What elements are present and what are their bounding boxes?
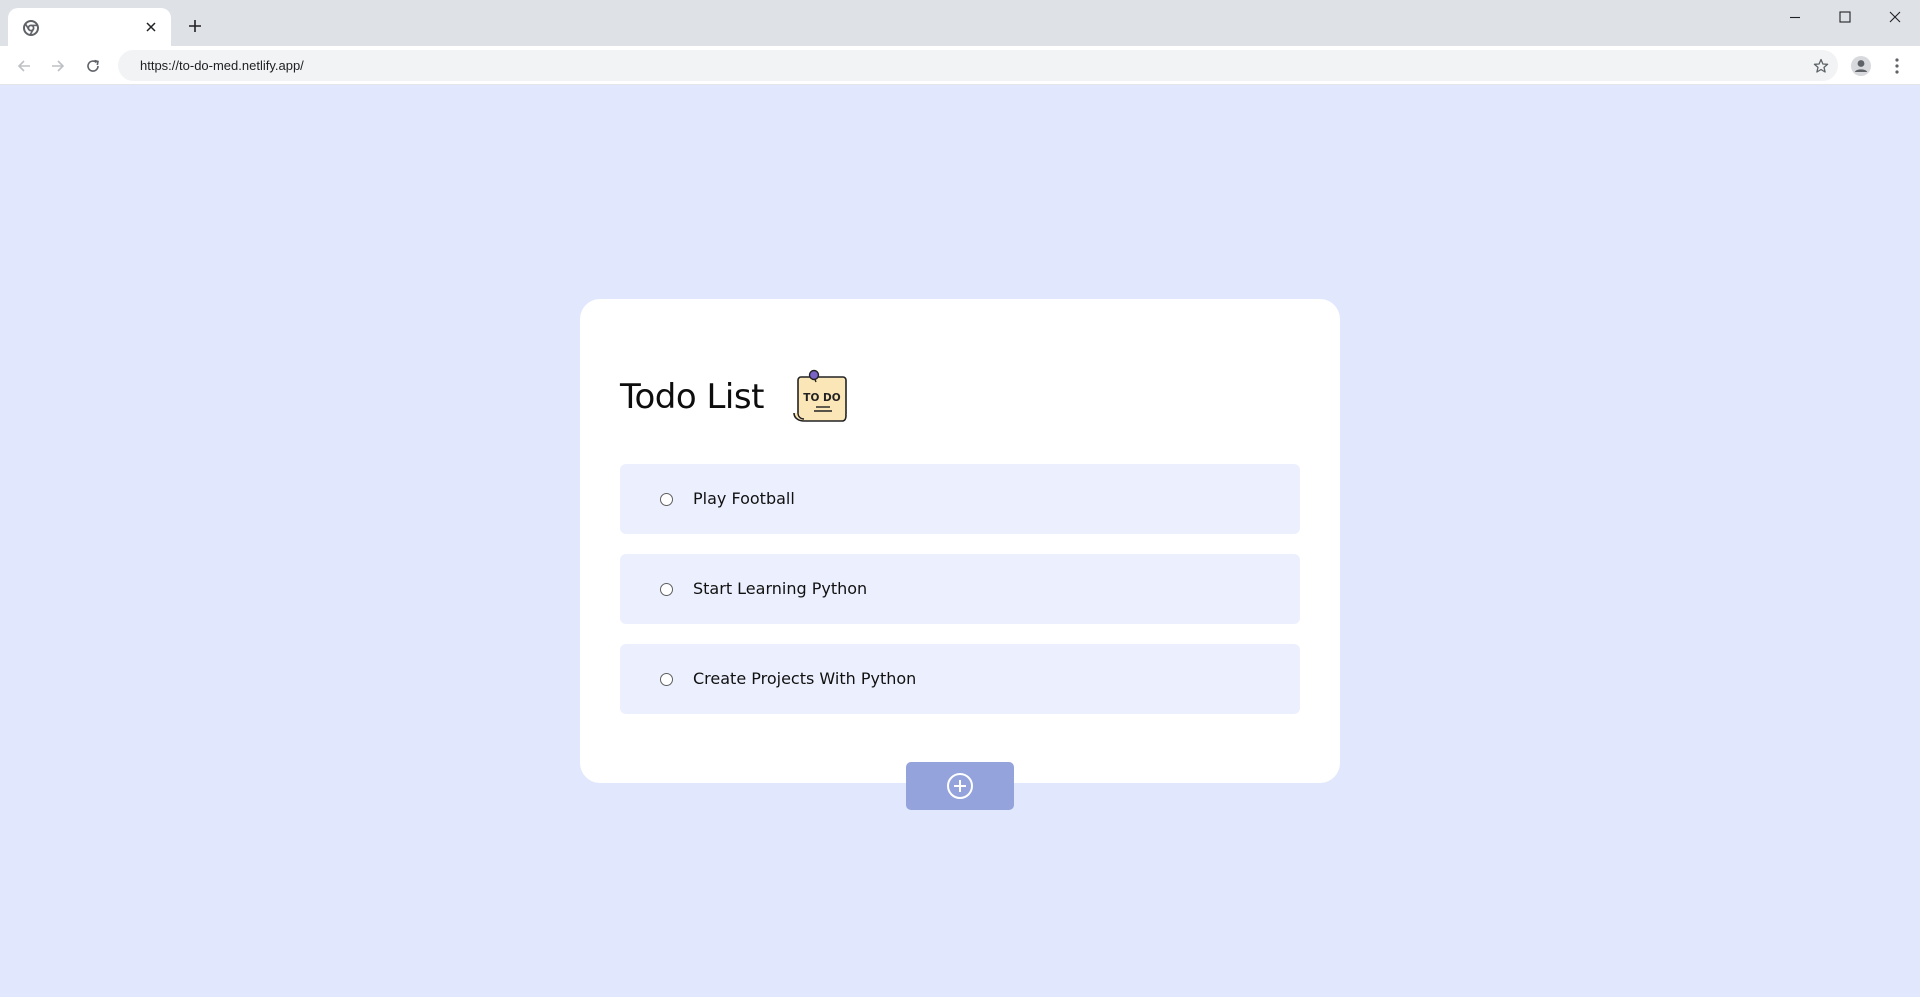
todo-note-icon: TO DO	[793, 369, 847, 422]
task-label: Play Football	[693, 489, 795, 508]
reload-icon[interactable]	[80, 53, 106, 79]
back-arrow-icon[interactable]	[11, 53, 37, 79]
task-label: Create Projects With Python	[693, 669, 917, 688]
task-radio[interactable]	[660, 583, 673, 596]
plus-icon[interactable]	[184, 15, 206, 37]
minimize-icon[interactable]	[1772, 4, 1818, 30]
browser-toolbar: https://to-do-med.netlify.app/	[0, 46, 1920, 85]
task-label: Start Learning Python	[693, 579, 868, 598]
task-item[interactable]: Start Learning Python	[620, 554, 1300, 624]
task-radio[interactable]	[660, 493, 673, 506]
forward-arrow-icon[interactable]	[45, 53, 71, 79]
task-radio[interactable]	[660, 673, 673, 686]
todo-card: Todo List TO DO Play Football Start Lear…	[580, 299, 1340, 783]
address-bar[interactable]: https://to-do-med.netlify.app/	[118, 50, 1838, 81]
profile-icon[interactable]	[1848, 53, 1874, 79]
task-item[interactable]: Create Projects With Python	[620, 644, 1300, 714]
star-icon[interactable]	[1810, 55, 1832, 77]
browser-tabstrip	[0, 0, 1920, 46]
close-icon[interactable]	[141, 17, 161, 37]
title-row: Todo List TO DO	[620, 369, 850, 425]
add-task-button[interactable]	[906, 762, 1014, 810]
task-list: Play Football Start Learning Python Crea…	[620, 464, 1300, 734]
logo-text: TO DO	[803, 392, 840, 404]
page-title: Todo List	[620, 377, 764, 417]
maximize-icon[interactable]	[1822, 4, 1868, 30]
plus-circle-icon	[947, 773, 973, 799]
task-item[interactable]: Play Football	[620, 464, 1300, 534]
kebab-menu-icon[interactable]	[1884, 53, 1910, 79]
chrome-icon	[22, 19, 39, 36]
browser-tab[interactable]	[8, 8, 171, 46]
url-text[interactable]: https://to-do-med.netlify.app/	[140, 58, 304, 73]
window-close-icon[interactable]	[1872, 4, 1918, 30]
